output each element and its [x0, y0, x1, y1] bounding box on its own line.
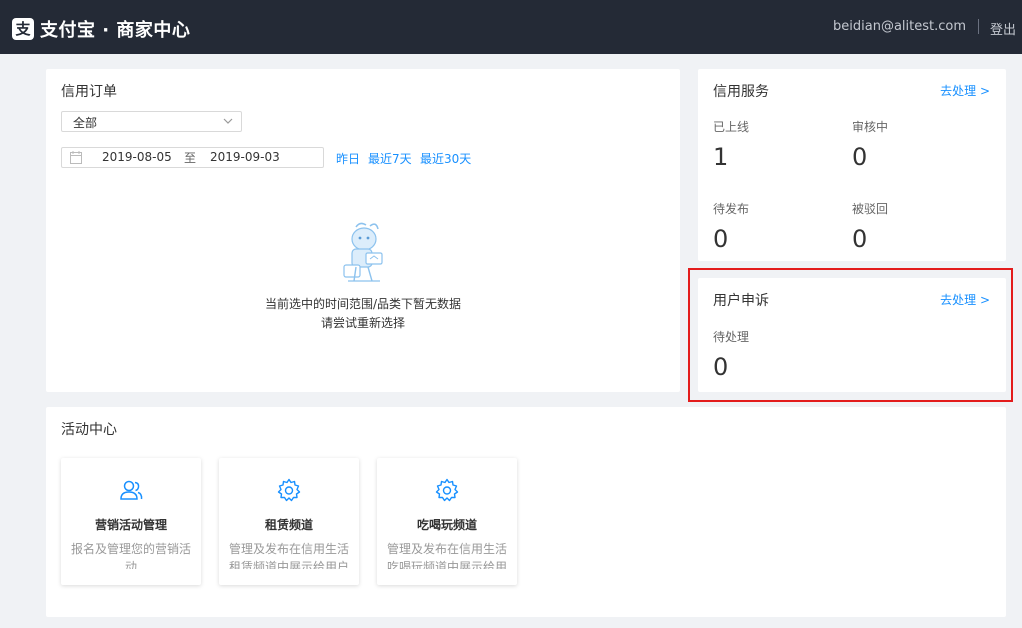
panel-title: 信用订单: [61, 84, 117, 100]
select-value: 全部: [73, 116, 98, 130]
stat-label-reviewing: 审核中: [852, 120, 889, 134]
category-select[interactable]: 全部: [61, 111, 242, 132]
alipay-logo-icon: 支: [12, 18, 34, 40]
gear-icon: [435, 478, 459, 502]
panel-title: 信用服务: [713, 84, 769, 100]
user-complaint-panel: 用户申诉 去处理 > 待处理 0: [698, 278, 1006, 392]
stat-label-rejected: 被驳回: [852, 202, 889, 216]
stat-value-online[interactable]: 1: [713, 143, 728, 171]
quick-link-30days[interactable]: 最近30天: [420, 150, 471, 167]
card-title: 租赁频道: [264, 518, 313, 532]
gear-icon: [277, 478, 301, 502]
stat-value-pending[interactable]: 0: [713, 353, 728, 381]
stat-label-pending-publish: 待发布: [713, 202, 750, 216]
date-start[interactable]: 2019-08-05: [102, 150, 172, 164]
date-end[interactable]: 2019-09-03: [210, 150, 280, 164]
service-handle-link[interactable]: 去处理 >: [940, 82, 990, 99]
card-title: 吃喝玩频道: [416, 518, 477, 532]
activity-card-marketing[interactable]: 营销活动管理 报名及管理您的营销活动: [61, 458, 201, 585]
card-description: 管理及发布在信用生活租赁频道中展示给用户: [228, 542, 349, 569]
card-title: 营销活动管理: [94, 518, 167, 532]
brand[interactable]: 支 支付宝 · 商家中心: [12, 16, 190, 42]
stat-label-online: 已上线: [713, 120, 750, 134]
card-description: 报名及管理您的营销活动: [70, 542, 191, 569]
stat-label-pending: 待处理: [713, 330, 750, 344]
user-group-icon: [120, 480, 143, 500]
brand-title: 支付宝 · 商家中心: [40, 20, 191, 41]
credit-service-panel: 信用服务 去处理 > 已上线 1 审核中 0 待发布 0 被驳回 0: [698, 69, 1006, 261]
stat-value-reviewing[interactable]: 0: [852, 143, 867, 171]
activity-card-food-fun[interactable]: 吃喝玩频道 管理及发布在信用生活吃喝玩频道中展示给用户: [377, 458, 517, 585]
logout-link[interactable]: 登出: [990, 19, 1016, 38]
activity-center-panel: 活动中心 营销活动管理 报名及管理您的营销活动 租赁频道 管理及发布在信用生活租…: [46, 407, 1006, 617]
top-header: 支 支付宝 · 商家中心 beidian@alitest.com 登出: [0, 0, 1022, 54]
activity-card-rental[interactable]: 租赁频道 管理及发布在信用生活租赁频道中展示给用户: [219, 458, 359, 585]
date-separator: 至: [184, 151, 197, 165]
header-divider: [978, 19, 979, 34]
card-description: 管理及发布在信用生活吃喝玩频道中展示给用户: [386, 542, 507, 569]
empty-state-illustration-icon: [343, 222, 383, 282]
date-range-picker[interactable]: 2019-08-05 至 2019-09-03: [61, 147, 324, 168]
calendar-icon: [70, 151, 82, 164]
stat-value-rejected[interactable]: 0: [852, 225, 867, 253]
empty-state-message: 当前选中的时间范围/品类下暂无数据: [264, 297, 462, 311]
chevron-down-icon: [223, 118, 233, 124]
empty-state-hint: 请尝试重新选择: [320, 316, 405, 330]
complaint-handle-link[interactable]: 去处理 >: [940, 291, 990, 308]
quick-link-7days[interactable]: 最近7天: [368, 150, 412, 167]
quick-link-yesterday[interactable]: 昨日: [336, 150, 360, 167]
panel-title: 用户申诉: [713, 293, 769, 309]
stat-value-pending-publish[interactable]: 0: [713, 225, 728, 253]
panel-title: 活动中心: [61, 422, 117, 438]
user-email[interactable]: beidian@alitest.com: [833, 19, 966, 34]
credit-orders-panel: 信用订单 全部 2019-08-05 至 2019-09-03 昨日 最近7天 …: [46, 69, 680, 392]
